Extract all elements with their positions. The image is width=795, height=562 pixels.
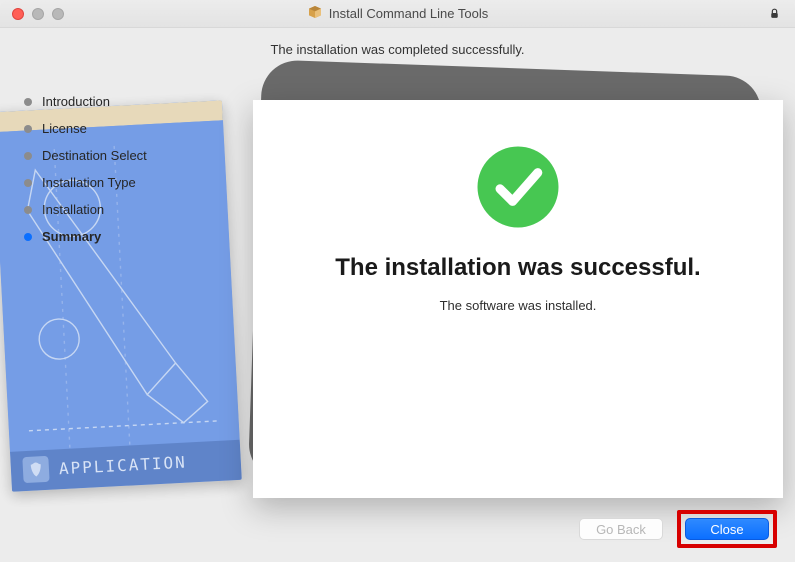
window-title: Install Command Line Tools bbox=[0, 4, 795, 23]
window-zoom-button bbox=[52, 8, 64, 20]
window-close-button[interactable] bbox=[12, 8, 24, 20]
package-icon bbox=[307, 4, 323, 23]
step-label: Introduction bbox=[42, 94, 110, 109]
step-list: Introduction License Destination Select Ins… bbox=[16, 88, 226, 250]
step-bullet-icon bbox=[24, 125, 32, 133]
installer-window: Install Command Line Tools The installat… bbox=[0, 0, 795, 562]
go-back-button: Go Back bbox=[579, 518, 663, 540]
step-label: License bbox=[42, 121, 87, 136]
step-bullet-icon bbox=[24, 98, 32, 106]
window-minimize-button bbox=[32, 8, 44, 20]
success-subtitle: The software was installed. bbox=[440, 298, 597, 313]
step-bullet-icon bbox=[24, 152, 32, 160]
step-label: Installation bbox=[42, 202, 104, 217]
window-title-text: Install Command Line Tools bbox=[329, 6, 488, 21]
step-item: Summary bbox=[16, 223, 226, 250]
success-title: The installation was successful. bbox=[335, 254, 700, 282]
close-button[interactable]: Close bbox=[685, 518, 769, 540]
step-bullet-icon bbox=[24, 233, 32, 241]
footer-buttons: Go Back Close bbox=[579, 510, 777, 548]
step-item: License bbox=[16, 115, 226, 142]
summary-panel: The installation was successful. The sof… bbox=[253, 100, 783, 498]
step-label: Destination Select bbox=[42, 148, 147, 163]
step-label: Installation Type bbox=[42, 175, 136, 190]
step-label: Summary bbox=[42, 229, 101, 244]
step-item: Installation Type bbox=[16, 169, 226, 196]
lock-icon[interactable] bbox=[768, 6, 781, 26]
sidebar: APPLICATION IntroductionLicenseDestinati… bbox=[16, 88, 226, 250]
step-item: Installation bbox=[16, 196, 226, 223]
step-item: Introduction bbox=[16, 88, 226, 115]
success-check-icon bbox=[473, 142, 563, 232]
content-area: The installation was completed successfu… bbox=[0, 28, 795, 562]
step-item: Destination Select bbox=[16, 142, 226, 169]
titlebar: Install Command Line Tools bbox=[0, 0, 795, 28]
install-headline: The installation was completed successfu… bbox=[0, 28, 795, 67]
tutorial-highlight-box: Close bbox=[677, 510, 777, 548]
traffic-lights bbox=[0, 8, 64, 20]
step-bullet-icon bbox=[24, 179, 32, 187]
step-bullet-icon bbox=[24, 206, 32, 214]
